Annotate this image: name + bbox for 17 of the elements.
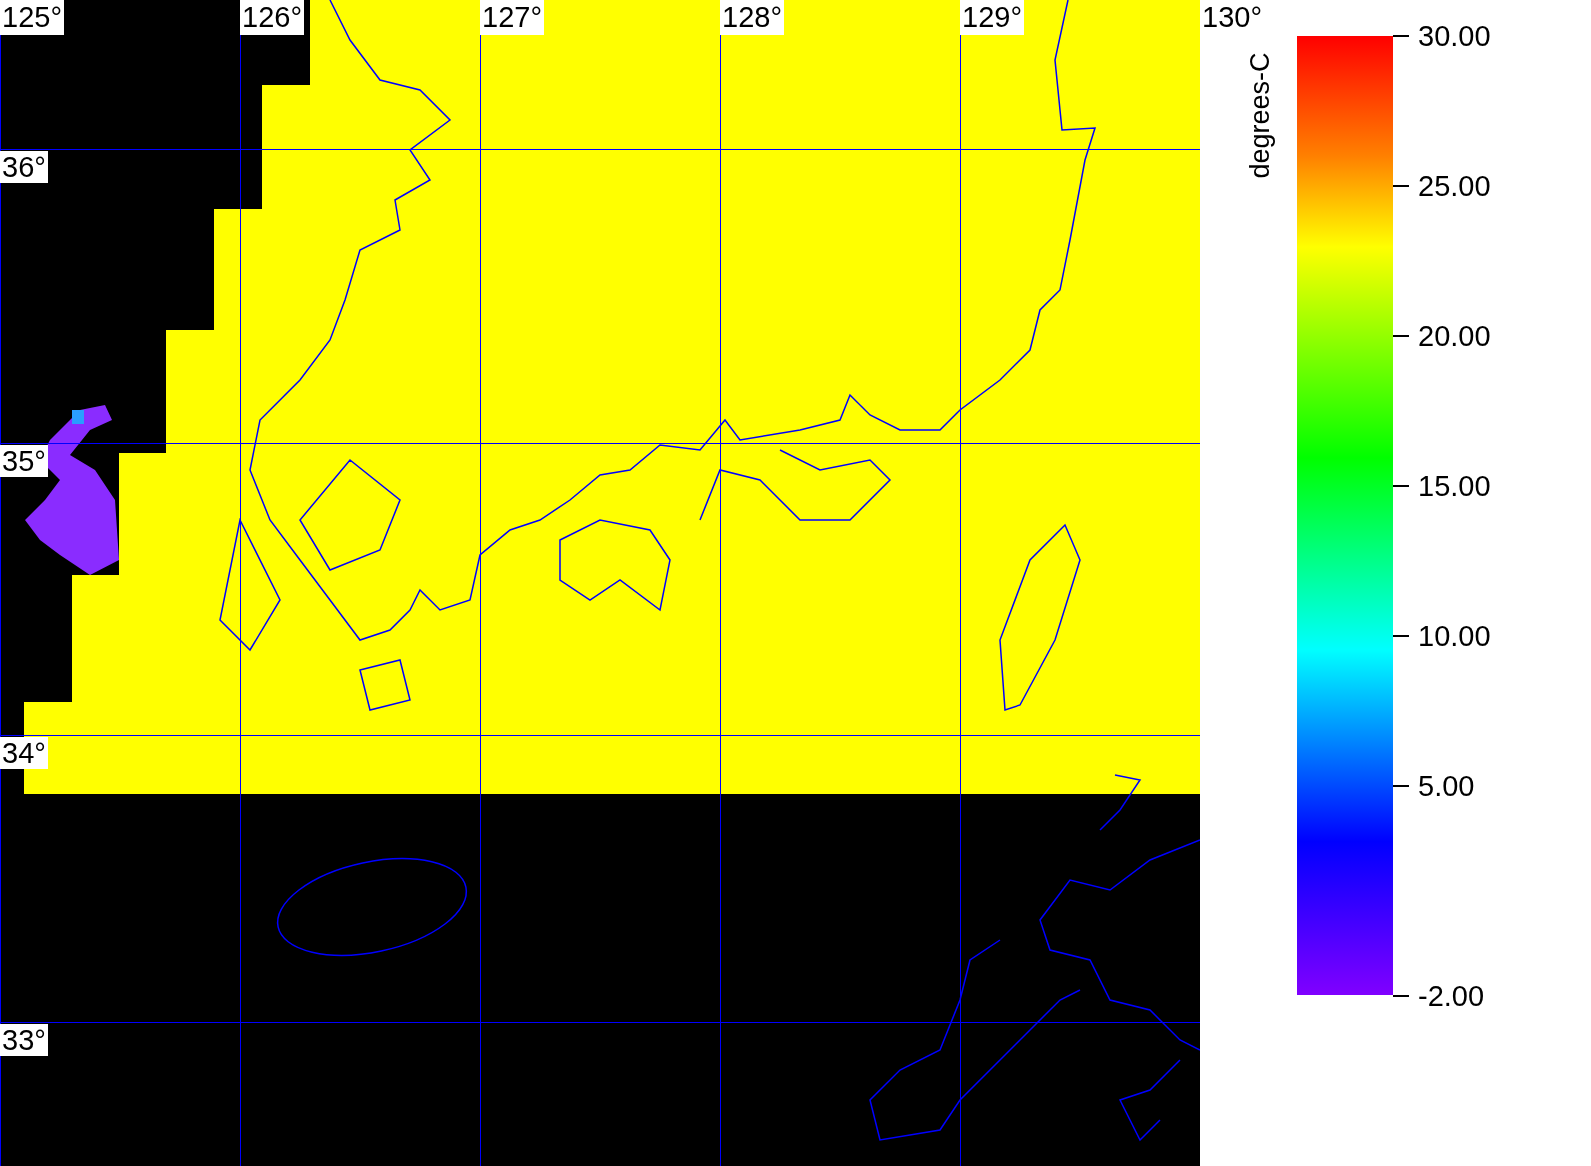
- colorbar-tick-label: 20.00: [1418, 320, 1491, 352]
- longitude-label: 127°: [480, 0, 544, 35]
- longitude-label: 126°: [240, 0, 304, 35]
- colorbar-tick-label: -2.00: [1418, 980, 1485, 1012]
- longitude-label: 128°: [720, 0, 784, 35]
- latitude-label: 34°: [0, 737, 48, 769]
- colorbar-tick-label: 25.00: [1418, 170, 1491, 202]
- latitude-label: 33°: [0, 1024, 48, 1056]
- longitude-label: 129°: [960, 0, 1024, 35]
- latitude-label: 36°: [0, 151, 48, 183]
- colorbar-tick-label: 30.00: [1418, 20, 1491, 52]
- latitude-label: 35°: [0, 445, 48, 477]
- colorbar-tick-label: 15.00: [1418, 470, 1491, 502]
- longitude-label: 125°: [0, 0, 64, 35]
- colorbar-tick-label: 10.00: [1418, 620, 1491, 652]
- colorbar-tick-label: 5.00: [1418, 770, 1475, 802]
- colorbar-title: degrees-C: [1244, 51, 1276, 179]
